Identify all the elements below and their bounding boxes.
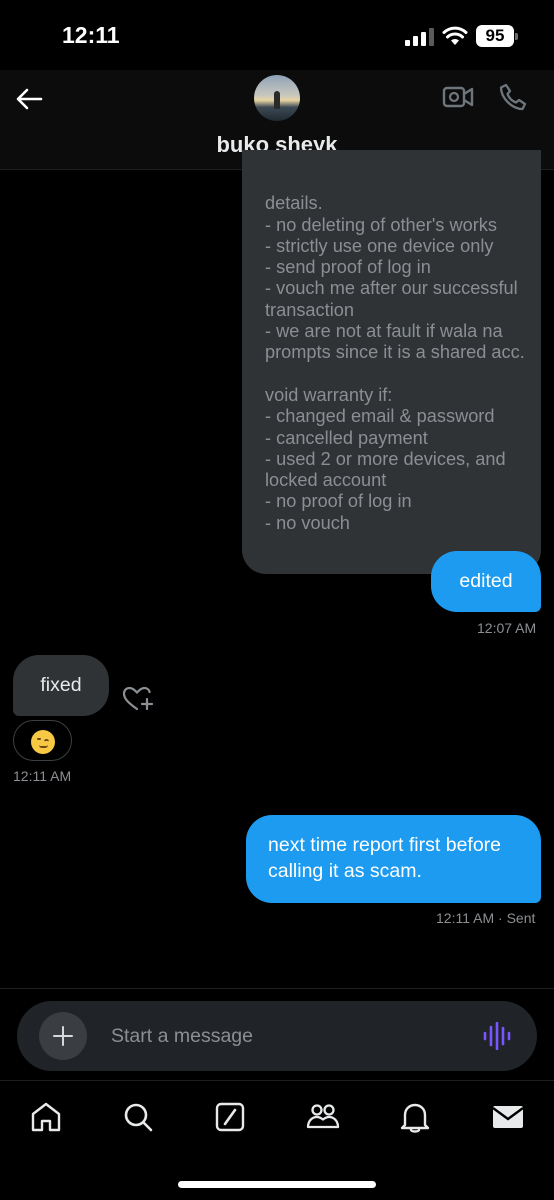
wifi-icon xyxy=(442,26,468,45)
timestamp-time: 12:11 AM xyxy=(436,910,495,926)
message-composer xyxy=(17,1001,537,1071)
home-indicator xyxy=(178,1181,376,1188)
voice-wave-icon[interactable] xyxy=(482,1022,512,1050)
message-input[interactable] xyxy=(111,1021,441,1051)
plus-icon[interactable] xyxy=(39,1012,87,1060)
message-timestamp: 12:11 AM xyxy=(13,768,72,784)
messages-icon[interactable] xyxy=(490,1099,526,1135)
message-timestamp: 12:07 AM xyxy=(477,620,537,636)
notifications-icon[interactable] xyxy=(397,1099,433,1135)
video-call-icon[interactable] xyxy=(442,84,474,110)
composer-area xyxy=(0,988,554,1080)
status-bar: 12:11 95 xyxy=(0,0,554,70)
face-with-rolling-eyes-emoji-icon xyxy=(31,730,55,754)
cellular-signal-icon xyxy=(405,28,434,46)
message-reaction[interactable] xyxy=(13,720,72,761)
status-time: 12:11 xyxy=(62,22,120,48)
sent-message-bubble[interactable]: next time report first before calling it… xyxy=(246,815,541,903)
heart-plus-icon[interactable] xyxy=(122,685,154,713)
home-icon[interactable] xyxy=(28,1099,64,1135)
received-message-bubble[interactable]: fixed xyxy=(13,655,109,716)
sent-status: · Sent xyxy=(498,910,536,926)
received-message-text: details. - no deleting of other's works … xyxy=(265,193,525,533)
battery-indicator: 95 xyxy=(476,25,518,47)
message-timestamp: 12:11 AM · Sent xyxy=(436,910,535,926)
communities-icon[interactable] xyxy=(305,1099,341,1135)
received-message-bubble[interactable]: details. - no deleting of other's works … xyxy=(242,150,541,574)
back-arrow-icon[interactable] xyxy=(14,86,44,112)
phone-call-icon[interactable] xyxy=(498,82,528,112)
avatar[interactable] xyxy=(254,75,300,121)
grok-icon[interactable] xyxy=(212,1099,248,1135)
sent-message-bubble[interactable]: edited xyxy=(431,551,541,612)
search-icon[interactable] xyxy=(120,1099,156,1135)
